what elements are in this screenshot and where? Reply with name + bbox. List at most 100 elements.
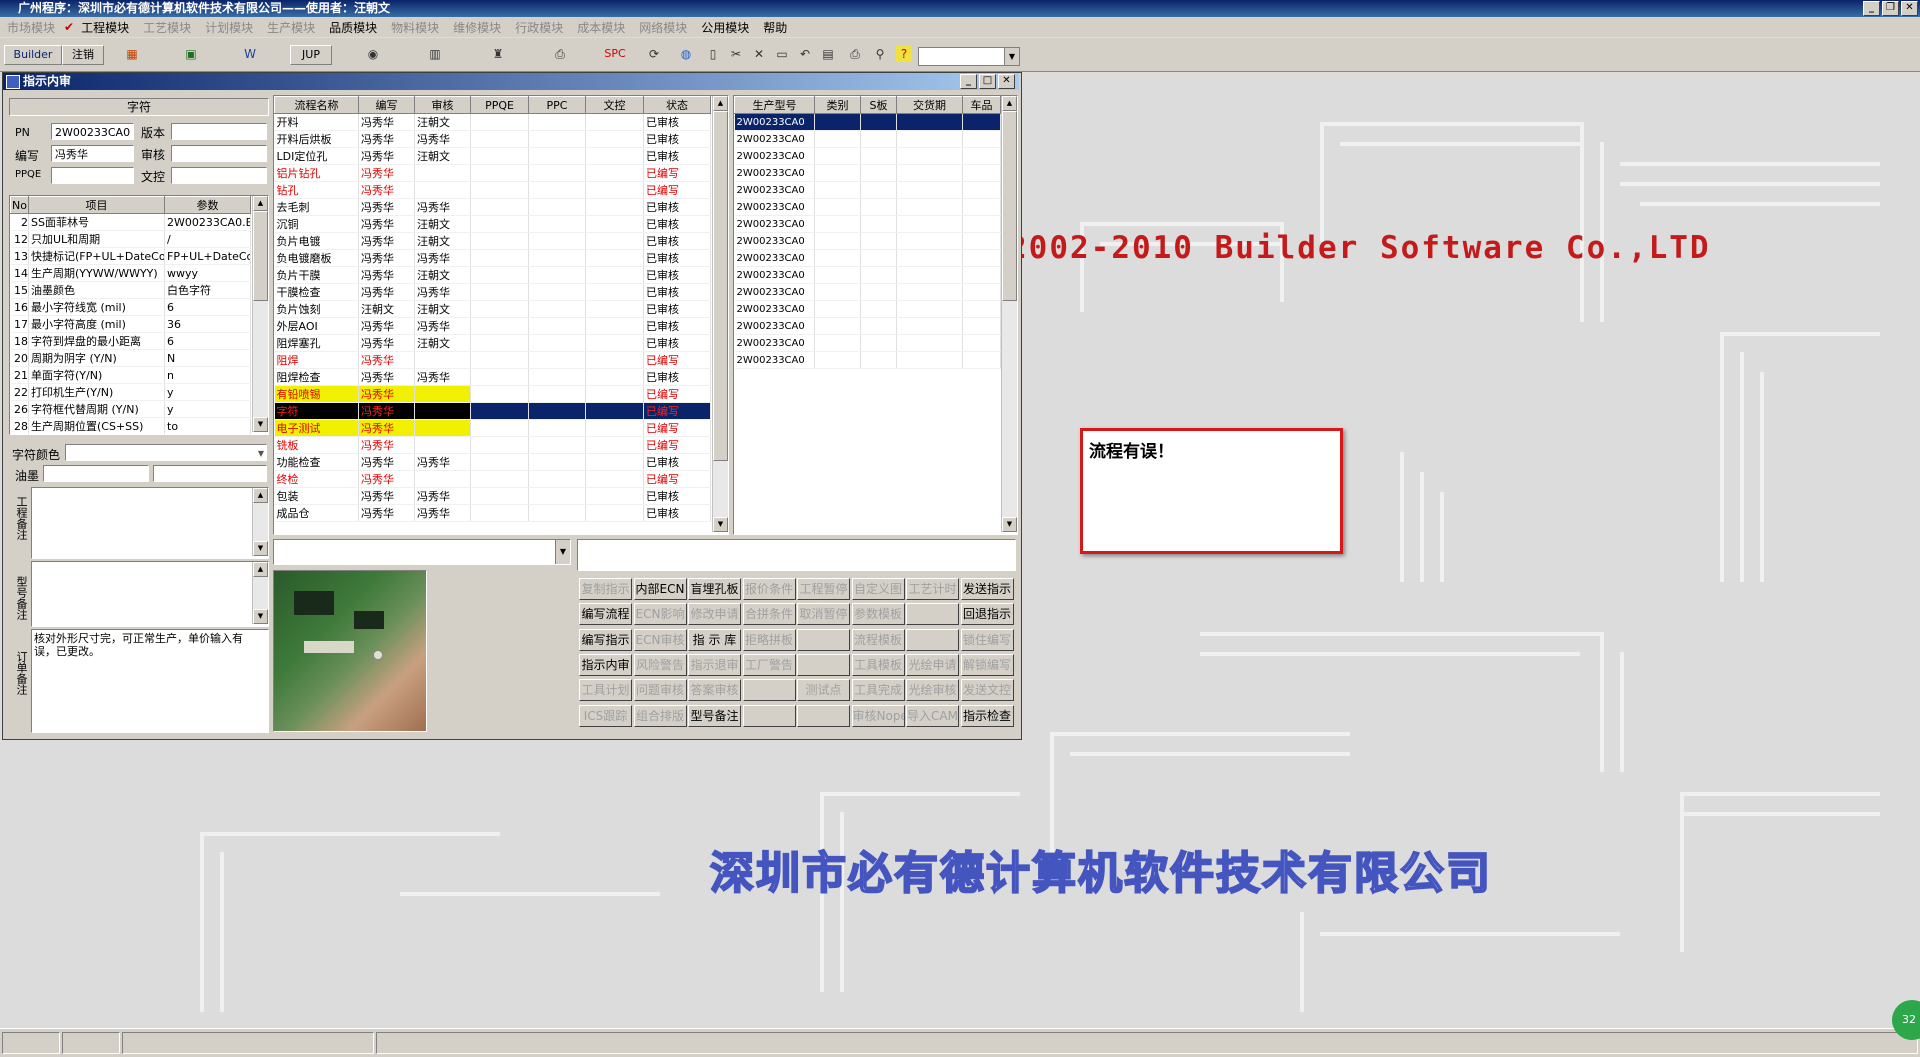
models-header-cell[interactable]: 车品	[962, 96, 1001, 114]
review-field[interactable]	[171, 145, 267, 162]
pn-field[interactable]: 2W00233CA0	[51, 123, 134, 140]
version-field[interactable]	[171, 123, 267, 140]
menu-item[interactable]: 行政模块	[508, 19, 570, 36]
model-row[interactable]: 2W00233CA0	[734, 215, 1001, 233]
model-row[interactable]: 2W00233CA0	[734, 300, 1001, 318]
action-button[interactable]: ECN审核	[633, 628, 687, 651]
globe-icon[interactable]: ◍	[678, 46, 694, 62]
params-scrollbar[interactable]: ▲ ▼	[252, 196, 268, 432]
save-icon[interactable]: ▭	[774, 46, 790, 62]
model-row[interactable]: 2W00233CA0	[734, 181, 1001, 199]
flow-header-cell[interactable]: 状态	[643, 96, 711, 114]
logout-button[interactable]: 注销	[62, 45, 104, 65]
action-button[interactable]: 导入CAM	[906, 704, 959, 727]
flow-row[interactable]: 阻焊塞孔 冯秀华 汪朝文 已审核	[274, 334, 711, 352]
params-cell[interactable]: y	[164, 400, 251, 418]
help-icon[interactable]: ?	[896, 46, 912, 62]
params-row[interactable]: 22 打印机生产(Y/N) y	[10, 383, 251, 401]
grid-icon[interactable]: ▦	[124, 46, 140, 62]
users-icon[interactable]: ♜	[490, 46, 506, 62]
eye-icon[interactable]: ◉	[365, 46, 381, 62]
action-button[interactable]: 自定义图	[851, 578, 905, 600]
inner-maximize-button[interactable]: □	[979, 74, 996, 89]
models-header-cell[interactable]: 生产型号	[734, 96, 815, 114]
params-cell[interactable]: 6	[164, 298, 251, 316]
action-button[interactable]: 流程模板	[851, 628, 905, 651]
model-row[interactable]: 2W00233CA0	[734, 147, 1001, 165]
empty-action-button[interactable]	[797, 704, 850, 727]
params-cell[interactable]: 36	[164, 315, 251, 333]
params-cell[interactable]: /	[164, 230, 251, 248]
cut-icon[interactable]: ✂	[728, 46, 744, 62]
action-button[interactable]: 盲埋孔板	[688, 578, 741, 600]
params-cell[interactable]: 6	[164, 332, 251, 350]
menu-item[interactable]: 帮助	[756, 19, 794, 36]
flow-row[interactable]: 沉铜 冯秀华 汪朝文 已审核	[274, 215, 711, 233]
action-button[interactable]: 拒略拼板	[742, 628, 796, 651]
flow-row[interactable]: 负电镀磨板 冯秀华 冯秀华 已审核	[274, 249, 711, 267]
params-row[interactable]: 17 最小字符高度 (mil) 36	[10, 315, 251, 333]
flow-scrollbar[interactable]: ▲ ▼	[712, 96, 728, 532]
params-cell[interactable]: N	[164, 349, 251, 367]
model-row[interactable]: 2W00233CA0	[734, 351, 1001, 369]
model-row[interactable]: 2W00233CA0	[734, 266, 1001, 284]
flow-row[interactable]: 阻焊检查 冯秀华 冯秀华 已审核	[274, 368, 711, 386]
action-button[interactable]: 工具完成	[851, 679, 905, 702]
flow-row[interactable]: 铝片钻孔 冯秀华 已编写	[274, 164, 711, 182]
word-icon[interactable]: W	[242, 46, 258, 62]
params-row[interactable]: 15 油墨颜色 白色字符	[10, 281, 251, 299]
params-header-cell[interactable]: 参数	[164, 196, 251, 214]
flow-header-cell[interactable]: 审核	[414, 96, 471, 114]
model-row[interactable]: 2W00233CA0	[734, 130, 1001, 148]
model-row[interactable]: 2W00233CA0	[734, 283, 1001, 301]
flow-row[interactable]: 成品仓 冯秀华 冯秀华 已审核	[274, 504, 711, 522]
empty-action-button[interactable]	[906, 603, 959, 626]
menu-item[interactable]: 品质模块	[322, 19, 384, 36]
model-row[interactable]: 2W00233CA0	[734, 249, 1001, 267]
action-button[interactable]: 风险警告	[633, 653, 687, 676]
action-button[interactable]: 发送指示	[960, 578, 1014, 600]
action-button[interactable]: 内部ECN	[633, 578, 687, 600]
params-cell[interactable]: FP+UL+DateCode	[164, 247, 251, 265]
action-button[interactable]: 工程暂停	[797, 578, 850, 600]
params-row[interactable]: 28 生产周期位置(CS+SS) to	[10, 417, 251, 434]
action-button[interactable]: 光绘申请	[906, 653, 959, 676]
flow-row[interactable]: 负片电镀 冯秀华 汪朝文 已审核	[274, 232, 711, 250]
author-field[interactable]: 冯秀华	[51, 145, 134, 162]
flow-row[interactable]: 负片蚀刻 汪朝文 汪朝文 已审核	[274, 300, 711, 318]
menu-item[interactable]: 网络模块	[632, 19, 694, 36]
model-note[interactable]: ▲ ▼	[31, 561, 269, 627]
params-row[interactable]: 21 单面字符(Y/N) n	[10, 366, 251, 384]
menu-item[interactable]: 生产模块	[260, 19, 322, 36]
model-row[interactable]: 2W00233CA0	[734, 164, 1001, 182]
action-button[interactable]: 光绘审核	[906, 679, 959, 702]
params-row[interactable]: 18 字符到焊盘的最小距离 6	[10, 332, 251, 350]
model-row[interactable]: 2W00233CA0	[734, 334, 1001, 352]
builder-button[interactable]: Builder	[4, 45, 62, 65]
action-button[interactable]: 锁住编写	[960, 628, 1014, 651]
action-button[interactable]: 取消暂停	[797, 603, 850, 626]
order-note[interactable]: 核对外形尺寸完，可正常生产，单价输入有误，已更改。	[31, 629, 269, 733]
action-button[interactable]: 工厂警告	[742, 653, 796, 676]
new-doc-icon[interactable]: ▯	[705, 46, 721, 62]
flow-header-cell[interactable]: PPC	[528, 96, 586, 114]
remark-field[interactable]	[577, 539, 1016, 571]
action-button[interactable]: 工艺计时	[906, 578, 959, 600]
empty-action-button[interactable]	[742, 704, 796, 727]
flow-header-cell[interactable]: 流程名称	[274, 96, 359, 114]
refresh-icon[interactable]: ⟳	[646, 46, 662, 62]
preview-icon[interactable]: ▤	[820, 46, 836, 62]
action-button[interactable]: 发送文控	[960, 679, 1014, 702]
models-header-cell[interactable]: 交货期	[896, 96, 963, 114]
action-button[interactable]: 报价条件	[742, 578, 796, 600]
menu-item[interactable]: 成本模块	[570, 19, 632, 36]
menu-item[interactable]: 计划模块	[198, 19, 260, 36]
action-button[interactable]: 问题审核	[633, 679, 687, 702]
params-cell[interactable]: 2W00233CA0.B0	[164, 213, 251, 231]
params-cell[interactable]: 白色字符	[164, 281, 251, 299]
flow-row[interactable]: 有铅喷锡 冯秀华 已编写	[274, 385, 711, 403]
params-row[interactable]: 26 字符框代替周期 (Y/N) y	[10, 400, 251, 418]
jup-button[interactable]: JUP	[290, 45, 332, 65]
spc-button[interactable]: SPC	[598, 45, 632, 63]
flow-row[interactable]: LDI定位孔 冯秀华 汪朝文 已审核	[274, 147, 711, 165]
